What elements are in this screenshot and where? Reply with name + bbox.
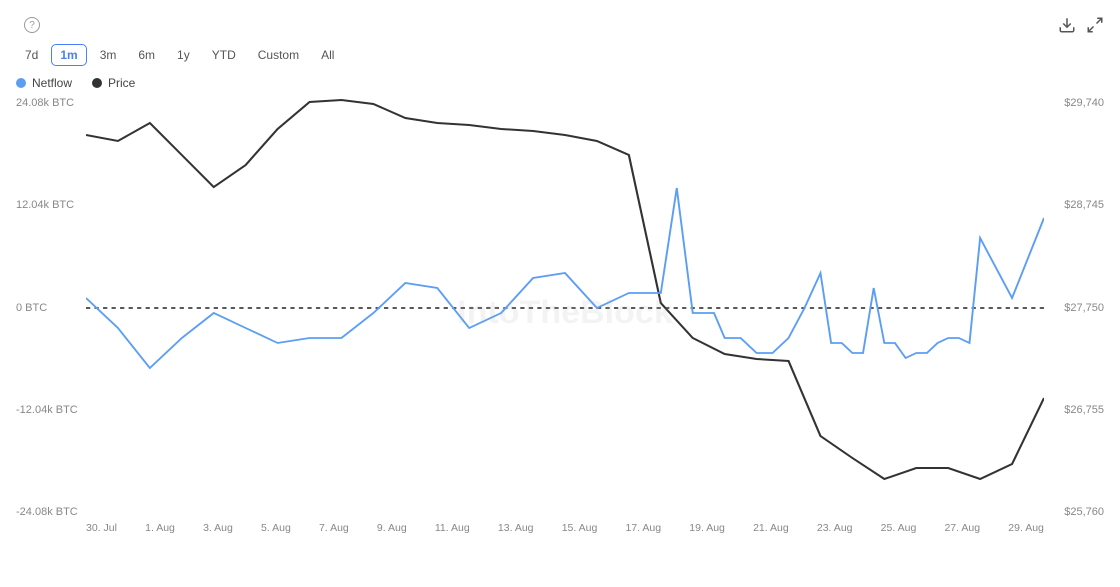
x-axis-label: 15. Aug bbox=[562, 522, 598, 534]
watermark-text: IntoTheBlock bbox=[457, 295, 673, 331]
time-filter-7d[interactable]: 7d bbox=[16, 44, 47, 66]
legend-dot bbox=[16, 78, 26, 88]
legend-label: Netflow bbox=[32, 76, 72, 90]
chart-svg: IntoTheBlock bbox=[86, 98, 1044, 518]
time-filter-1y[interactable]: 1y bbox=[168, 44, 199, 66]
time-filter-all[interactable]: All bbox=[312, 44, 343, 66]
y-axis-right: $29,740 $28,745 $27,750 $26,755 $25,760 bbox=[1044, 98, 1104, 518]
download-button[interactable] bbox=[1058, 16, 1076, 34]
time-filter-custom[interactable]: Custom bbox=[249, 44, 308, 66]
y-axis-left-label: 12.04k BTC bbox=[16, 200, 86, 211]
y-axis-left-label: 0 BTC bbox=[16, 303, 86, 314]
x-axis-label: 23. Aug bbox=[817, 522, 853, 534]
x-axis-label: 5. Aug bbox=[261, 522, 291, 534]
header-actions bbox=[1058, 16, 1104, 34]
legend-row: Netflow Price bbox=[16, 76, 1104, 90]
x-axis-label: 27. Aug bbox=[944, 522, 980, 534]
x-axis-label: 25. Aug bbox=[881, 522, 917, 534]
chart-container: ? 7d1m3m6m1yYTDCustomAll NetflowPri bbox=[0, 0, 1120, 587]
price-line bbox=[86, 100, 1044, 479]
legend-item-netflow: Netflow bbox=[16, 76, 72, 90]
time-filter-ytd[interactable]: YTD bbox=[203, 44, 245, 66]
help-icon[interactable]: ? bbox=[24, 17, 40, 33]
y-axis-right-label: $28,745 bbox=[1044, 200, 1104, 211]
x-axis-label: 29. Aug bbox=[1008, 522, 1044, 534]
x-axis-label: 21. Aug bbox=[753, 522, 789, 534]
x-axis-label: 19. Aug bbox=[689, 522, 725, 534]
x-axis-label: 11. Aug bbox=[435, 522, 470, 534]
y-axis-right-label: $27,750 bbox=[1044, 303, 1104, 314]
title-group: ? bbox=[16, 17, 40, 33]
y-axis-left: 24.08k BTC 12.04k BTC 0 BTC -12.04k BTC -24.… bbox=[16, 98, 86, 518]
chart-area: 24.08k BTC 12.04k BTC 0 BTC -12.04k BTC -24.… bbox=[16, 98, 1104, 518]
y-axis-left-label: -12.04k BTC bbox=[16, 405, 86, 416]
time-filter-3m[interactable]: 3m bbox=[91, 44, 126, 66]
x-axis-label: 17. Aug bbox=[625, 522, 661, 534]
legend-label: Price bbox=[108, 76, 135, 90]
x-axis-label: 30. Jul bbox=[86, 522, 117, 534]
legend-item-price: Price bbox=[92, 76, 135, 90]
y-axis-right-label: $29,740 bbox=[1044, 98, 1104, 109]
x-axis-label: 7. Aug bbox=[319, 522, 349, 534]
y-axis-left-label: 24.08k BTC bbox=[16, 98, 86, 109]
netflow-line bbox=[86, 188, 1044, 368]
y-axis-right-label: $25,760 bbox=[1044, 507, 1104, 518]
time-filter-6m[interactable]: 6m bbox=[129, 44, 164, 66]
x-axis-label: 3. Aug bbox=[203, 522, 233, 534]
time-filters: 7d1m3m6m1yYTDCustomAll bbox=[16, 44, 1104, 66]
legend-dot bbox=[92, 78, 102, 88]
x-axis-label: 1. Aug bbox=[145, 522, 175, 534]
x-axis-label: 13. Aug bbox=[498, 522, 534, 534]
x-axis-label: 9. Aug bbox=[377, 522, 407, 534]
time-filter-1m[interactable]: 1m bbox=[51, 44, 86, 66]
y-axis-left-label: -24.08k BTC bbox=[16, 507, 86, 518]
header-row: ? bbox=[16, 16, 1104, 34]
expand-button[interactable] bbox=[1086, 16, 1104, 34]
y-axis-right-label: $26,755 bbox=[1044, 405, 1104, 416]
x-axis: 30. Jul 1. Aug 3. Aug 5. Aug 7. Aug 9. Aug 11.… bbox=[16, 518, 1104, 534]
